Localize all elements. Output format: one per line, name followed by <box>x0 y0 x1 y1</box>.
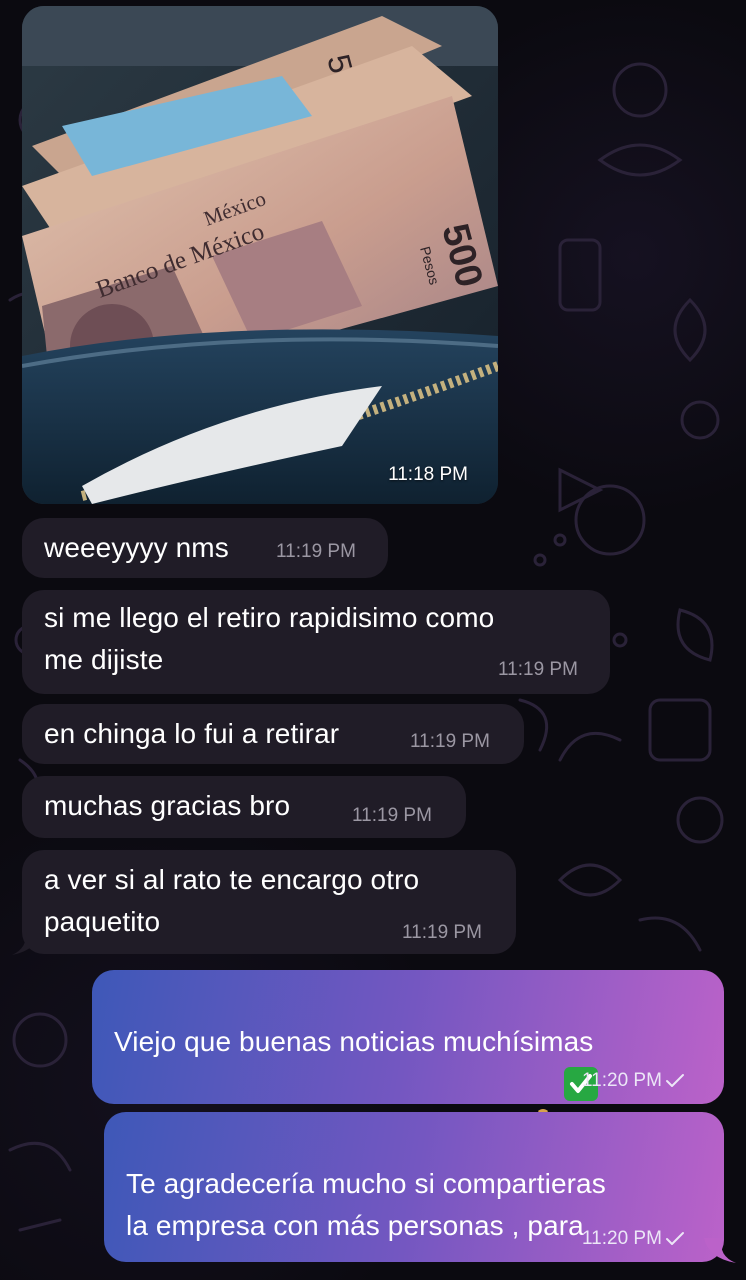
message-text: en chinga lo fui a retirar <box>44 718 340 749</box>
incoming-message[interactable]: a ver si al rato te encargo otro paqueti… <box>22 850 516 954</box>
sent-check-icon <box>665 1231 684 1245</box>
message-text: si me llego el retiro rapidisimo como me… <box>44 602 495 675</box>
incoming-message[interactable]: weeeyyyy nms 11:19 PM <box>22 518 388 578</box>
message-time: 11:19 PM <box>410 731 490 752</box>
message-time: 11:19 PM <box>402 922 482 943</box>
black-heart-emoji <box>332 1247 366 1280</box>
outgoing-message[interactable]: Viejo que buenas noticias muchísimas fel… <box>92 970 724 1141</box>
sent-check-icon <box>665 1073 684 1087</box>
photo-message[interactable]: México Banco de México 500 Pesos 5 11:18… <box>22 6 498 504</box>
message-text: a ver si al rato te encargo otro paqueti… <box>44 864 420 937</box>
incoming-message[interactable]: en chinga lo fui a retirar 11:19 PM <box>22 704 524 764</box>
message-time: 11:19 PM <box>276 541 356 562</box>
chat-view[interactable]: México Banco de México 500 Pesos 5 11:18… <box>0 0 746 1280</box>
message-text: muchas gracias bro <box>44 790 291 821</box>
incoming-message[interactable]: muchas gracias bro 11:19 PM <box>22 776 466 838</box>
message-time: 11:18 PM <box>388 464 468 485</box>
message-time-label: 11:20 PM <box>582 1228 662 1249</box>
message-time: 11:20 PM <box>582 1070 686 1092</box>
outgoing-bubble-tail <box>704 1238 736 1263</box>
message-time-label: 11:20 PM <box>582 1070 662 1091</box>
message-time: 11:20 PM <box>582 1228 686 1250</box>
message-time: 11:19 PM <box>498 659 578 680</box>
incoming-bubble-tail <box>12 930 40 955</box>
incoming-message[interactable]: si me llego el retiro rapidisimo como me… <box>22 590 610 694</box>
message-text: Te agradecería mucho si compartieras la … <box>126 1121 606 1280</box>
banknotes-photo: México Banco de México 500 Pesos 5 <box>22 6 498 504</box>
message-text: weeeyyyy nms <box>44 532 229 563</box>
outgoing-message[interactable]: Te agradecería mucho si compartieras la … <box>104 1112 724 1262</box>
message-time: 11:19 PM <box>352 805 432 826</box>
money-bag-emoji: $ <box>526 1063 560 1137</box>
